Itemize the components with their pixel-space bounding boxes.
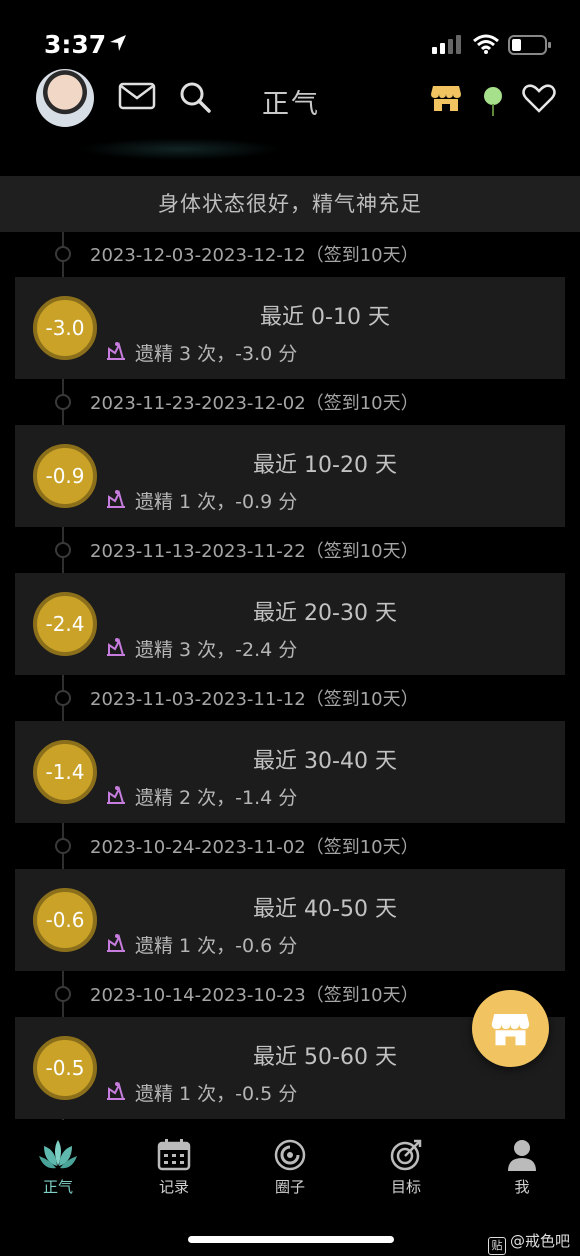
floating-shop-button[interactable] bbox=[472, 990, 549, 1067]
location-arrow-icon bbox=[108, 33, 128, 57]
status-banner: 身体状态很好，精气神充足 bbox=[0, 176, 580, 232]
shop-icon bbox=[491, 1014, 530, 1046]
emission-icon bbox=[105, 341, 127, 365]
watermark-text: @戒色吧 bbox=[509, 1232, 570, 1250]
emission-icon bbox=[105, 1081, 127, 1105]
score-card[interactable]: -2.4 最近 20-30 天 遗精 3 次，-2.4 分 bbox=[15, 573, 565, 675]
calendar-icon bbox=[157, 1139, 191, 1171]
tab-label: 记录 bbox=[158, 1178, 189, 1196]
period-label: 最近 30-40 天 bbox=[253, 749, 397, 774]
tab-records[interactable]: 记录 bbox=[116, 1138, 232, 1197]
date-range: 2023-10-14-2023-10-23（签到10天） bbox=[90, 985, 419, 1006]
timeline-entry: 2023-11-03-2023-11-12（签到10天） -1.4 最近 30-… bbox=[0, 676, 580, 824]
circle-icon bbox=[274, 1139, 306, 1171]
detail-text: 遗精 3 次，-3.0 分 bbox=[135, 343, 298, 365]
tab-circle[interactable]: 圈子 bbox=[232, 1138, 348, 1197]
emission-icon bbox=[105, 933, 127, 957]
lotus-icon bbox=[39, 1140, 77, 1169]
timeline-entry: 2023-11-23-2023-12-02（签到10天） -0.9 最近 10-… bbox=[0, 380, 580, 528]
date-range: 2023-12-03-2023-12-12（签到10天） bbox=[90, 245, 419, 266]
shop-icon[interactable] bbox=[430, 82, 462, 118]
status-time: 3:37 bbox=[44, 30, 107, 59]
date-range: 2023-11-13-2023-11-22（签到10天） bbox=[90, 541, 419, 562]
timeline-dot bbox=[55, 690, 71, 706]
signal-icon bbox=[432, 34, 464, 58]
watermark-logo: 贴 bbox=[487, 1237, 506, 1255]
status-bar: 3:37 bbox=[0, 0, 580, 64]
header-glow bbox=[80, 138, 280, 160]
detail-text: 遗精 1 次，-0.5 分 bbox=[135, 1083, 298, 1105]
tab-label: 目标 bbox=[390, 1178, 421, 1196]
timeline-dot bbox=[55, 542, 71, 558]
date-range: 2023-10-24-2023-11-02（签到10天） bbox=[90, 837, 419, 858]
tab-label: 我 bbox=[514, 1178, 530, 1196]
tree-icon[interactable] bbox=[482, 86, 504, 122]
detail-text: 遗精 1 次，-0.6 分 bbox=[135, 935, 298, 957]
battery-icon bbox=[508, 34, 552, 60]
emission-icon bbox=[105, 489, 127, 513]
mail-icon[interactable] bbox=[118, 82, 156, 114]
avatar[interactable] bbox=[36, 69, 94, 127]
page-title: 正气 bbox=[262, 89, 320, 120]
emission-icon bbox=[105, 785, 127, 809]
timeline-dot bbox=[55, 246, 71, 262]
period-label: 最近 40-50 天 bbox=[253, 897, 397, 922]
tab-me[interactable]: 我 bbox=[464, 1138, 580, 1197]
home-indicator bbox=[188, 1236, 394, 1243]
timeline-entry: 2023-10-24-2023-11-02（签到10天） -0.6 最近 40-… bbox=[0, 824, 580, 972]
timeline-dot bbox=[55, 394, 71, 410]
detail-text: 遗精 3 次，-2.4 分 bbox=[135, 639, 298, 661]
date-range: 2023-11-23-2023-12-02（签到10天） bbox=[90, 393, 419, 414]
heart-icon[interactable] bbox=[522, 84, 556, 118]
score-card[interactable]: -3.0 最近 0-10 天 遗精 3 次，-3.0 分 bbox=[15, 277, 565, 379]
timeline-entry: 2023-11-13-2023-11-22（签到10天） -2.4 最近 20-… bbox=[0, 528, 580, 676]
detail-text: 遗精 1 次，-0.9 分 bbox=[135, 491, 298, 513]
user-icon bbox=[508, 1140, 536, 1171]
score-card[interactable]: -0.9 最近 10-20 天 遗精 1 次，-0.9 分 bbox=[15, 425, 565, 527]
timeline-dot bbox=[55, 838, 71, 854]
tab-goal[interactable]: 目标 bbox=[348, 1138, 464, 1197]
tab-zhengqi[interactable]: 正气 bbox=[0, 1138, 116, 1197]
emission-icon bbox=[105, 637, 127, 661]
search-icon[interactable] bbox=[178, 80, 212, 118]
period-label: 最近 0-10 天 bbox=[260, 305, 390, 330]
period-label: 最近 20-30 天 bbox=[253, 601, 397, 626]
tab-label: 圈子 bbox=[274, 1178, 305, 1196]
tab-label: 正气 bbox=[42, 1178, 73, 1196]
date-range: 2023-11-03-2023-11-12（签到10天） bbox=[90, 689, 419, 710]
period-label: 最近 10-20 天 bbox=[253, 453, 397, 478]
score-card[interactable]: -0.6 最近 40-50 天 遗精 1 次，-0.6 分 bbox=[15, 869, 565, 971]
watermark: 贴 @戒色吧 bbox=[487, 1230, 570, 1255]
app-header: 正气 bbox=[0, 64, 580, 134]
timeline-entry: 2023-12-03-2023-12-12（签到10天） -3.0 最近 0-1… bbox=[0, 232, 580, 380]
target-icon bbox=[390, 1139, 422, 1171]
detail-text: 遗精 2 次，-1.4 分 bbox=[135, 787, 298, 809]
timeline-dot bbox=[55, 986, 71, 1002]
wifi-icon bbox=[472, 33, 500, 59]
score-card[interactable]: -1.4 最近 30-40 天 遗精 2 次，-1.4 分 bbox=[15, 721, 565, 823]
